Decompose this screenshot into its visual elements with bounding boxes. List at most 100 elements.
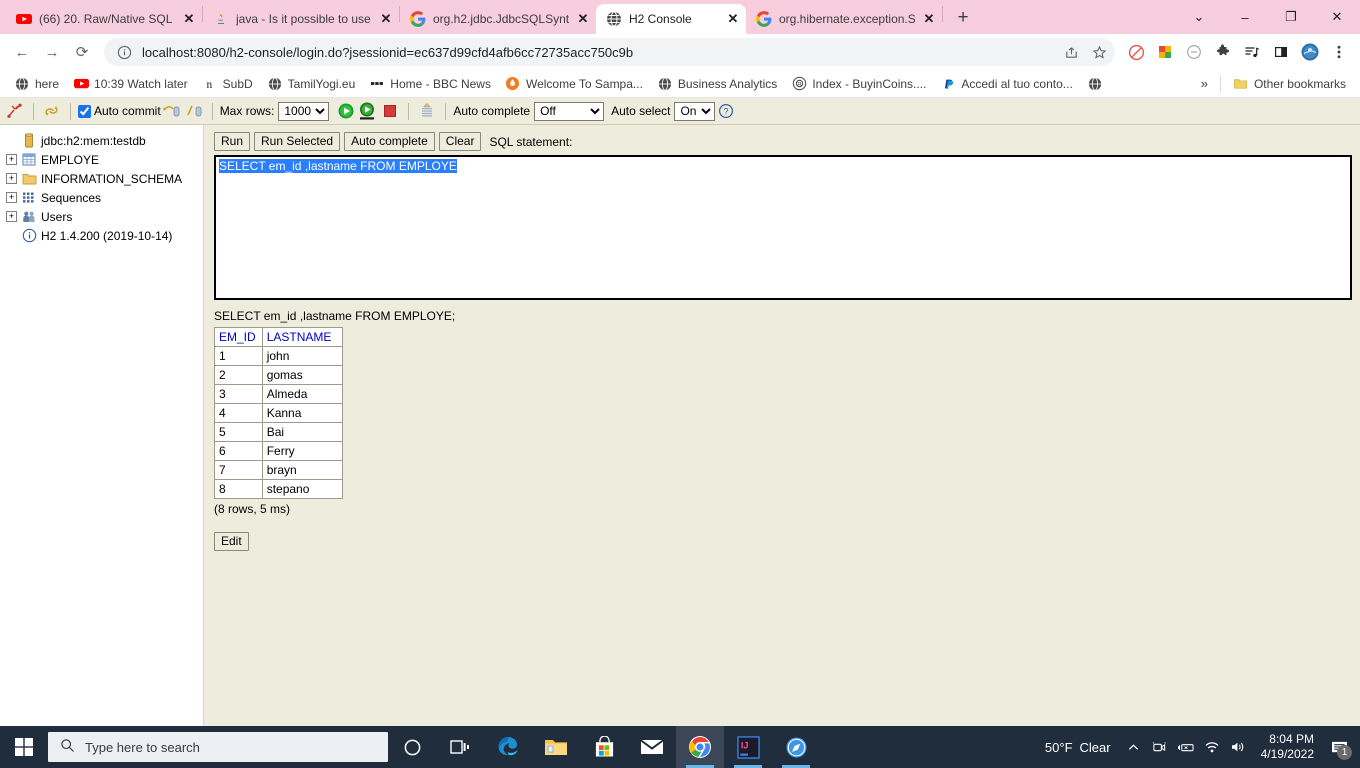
bookmark-welcome-to-sampa[interactable]: Welcome To Sampa... <box>499 73 649 95</box>
edit-button[interactable]: Edit <box>214 532 249 551</box>
windows-start-icon[interactable] <box>0 726 48 768</box>
bookmark-watch-later[interactable]: 10:39 Watch later <box>67 73 194 95</box>
bookmark-bbc-news[interactable]: Home - BBC News <box>363 73 497 95</box>
url-text[interactable]: localhost:8080/h2-console/login.do?jsess… <box>142 45 1053 60</box>
stop-red-icon[interactable] <box>379 101 401 121</box>
bookmark-subd[interactable]: n SubD <box>196 73 259 95</box>
rollback-icon[interactable] <box>183 101 205 121</box>
volume-icon[interactable] <box>1225 726 1251 768</box>
browser-tab-youtube[interactable]: (66) 20. Raw/Native SQL que ✕ <box>6 4 202 34</box>
compass-browser-icon[interactable] <box>772 726 820 768</box>
cortana-icon[interactable] <box>388 726 436 768</box>
close-window-button[interactable]: ✕ <box>1314 1 1360 33</box>
tree-item-users[interactable]: + Users <box>6 207 203 226</box>
tab-search-icon[interactable]: ⌄ <box>1176 1 1222 33</box>
usb-eject-icon[interactable] <box>1173 726 1199 768</box>
bookmark-paypal[interactable]: Accedi al tuo conto... <box>934 73 1078 95</box>
browser-tab-h2-console[interactable]: H2 Console ✕ <box>596 4 746 34</box>
profile-avatar-icon[interactable] <box>1297 39 1323 65</box>
refresh-icon[interactable] <box>41 101 63 121</box>
edge-icon[interactable] <box>484 726 532 768</box>
tree-item-sequences[interactable]: + Sequences <box>6 188 203 207</box>
history-icon[interactable] <box>416 101 438 121</box>
puzzle-extensions-icon[interactable] <box>1210 39 1236 65</box>
browser-tab-hibernate-exception[interactable]: org.hibernate.exception.SQL ✕ <box>746 4 942 34</box>
sql-input-textarea[interactable]: SELECT em_id ,lastname FROM EMPLOYE <box>214 155 1352 300</box>
table-row[interactable]: 4 Kanna <box>214 403 343 423</box>
table-row[interactable]: 7 brayn <box>214 460 343 480</box>
auto-commit-checkbox[interactable] <box>78 104 91 118</box>
mail-icon[interactable] <box>628 726 676 768</box>
bookmark-unnamed[interactable] <box>1081 73 1114 95</box>
disconnect-icon[interactable] <box>4 101 26 121</box>
wifi-icon[interactable] <box>1199 726 1225 768</box>
close-icon[interactable]: ✕ <box>922 12 936 26</box>
minimize-button[interactable]: – <box>1222 1 1268 33</box>
expand-icon[interactable]: + <box>6 173 17 184</box>
share-icon[interactable] <box>1061 42 1081 62</box>
tree-item-connection[interactable]: jdbc:h2:mem:testdb <box>6 131 203 150</box>
bookmark-buyincoins[interactable]: B Index - BuyinCoins.... <box>785 73 932 95</box>
info-circle-icon[interactable] <box>114 42 134 62</box>
circle-dash-icon[interactable] <box>1181 39 1207 65</box>
bookmarks-overflow-chevron[interactable]: » <box>1195 76 1214 91</box>
run-selected-button[interactable]: Run Selected <box>254 132 341 151</box>
run-selected-icon[interactable] <box>357 101 379 121</box>
adblock-icon[interactable] <box>1123 39 1149 65</box>
auto-select-select[interactable]: On <box>674 101 716 121</box>
auto-complete-button[interactable]: Auto complete <box>344 132 435 151</box>
bookmark-tamilyogi[interactable]: TamilYogi.eu <box>261 73 362 95</box>
table-row[interactable]: 3 Almeda <box>214 384 343 404</box>
run-button[interactable]: Run <box>214 132 251 151</box>
notification-icon[interactable]: 1 <box>1322 726 1356 768</box>
address-bar[interactable]: localhost:8080/h2-console/login.do?jsess… <box>104 38 1115 66</box>
clock-widget[interactable]: 8:04 PM 4/19/2022 <box>1251 732 1322 762</box>
max-rows-select[interactable]: 1000 <box>278 101 330 121</box>
table-row[interactable]: 5 Bai <box>214 422 343 442</box>
three-dot-menu-icon[interactable] <box>1326 39 1352 65</box>
close-icon[interactable]: ✕ <box>726 12 740 26</box>
table-row[interactable]: 8 stepano <box>214 479 343 499</box>
close-icon[interactable]: ✕ <box>182 12 196 26</box>
commit-icon[interactable] <box>161 101 183 121</box>
reading-list-icon[interactable] <box>1239 39 1265 65</box>
table-row[interactable]: 2 gomas <box>214 365 343 385</box>
close-icon[interactable]: ✕ <box>379 12 393 26</box>
close-icon[interactable]: ✕ <box>576 12 590 26</box>
expand-icon[interactable]: + <box>6 211 17 222</box>
expand-icon[interactable]: + <box>6 154 17 165</box>
table-row[interactable]: 6 Ferry <box>214 441 343 461</box>
file-explorer-icon[interactable] <box>532 726 580 768</box>
column-header-lastname[interactable]: LASTNAME <box>261 327 343 347</box>
sidebar-panel-icon[interactable] <box>1268 39 1294 65</box>
browser-tab-stackoverflow[interactable]: java - Is it possible to use raw ✕ <box>203 4 399 34</box>
back-icon[interactable]: ← <box>8 38 36 66</box>
forward-icon[interactable]: → <box>38 38 66 66</box>
auto-commit-toggle[interactable]: Auto commit <box>78 104 161 118</box>
browser-tab-h2-syntax-error[interactable]: org.h2.jdbc.JdbcSQLSyntaxEr ✕ <box>400 4 596 34</box>
auto-complete-select[interactable]: Off <box>534 101 605 121</box>
search-input[interactable]: Type here to search <box>48 732 388 762</box>
other-bookmarks-button[interactable]: Other bookmarks <box>1227 73 1352 95</box>
tree-item-employe[interactable]: + EMPLOYE <box>6 150 203 169</box>
bookmark-star-icon[interactable] <box>1089 42 1109 62</box>
weather-widget[interactable]: 50°F Clear <box>1035 740 1121 755</box>
tree-item-information-schema[interactable]: + INFORMATION_SCHEMA <box>6 169 203 188</box>
maximize-button[interactable]: ❐ <box>1268 1 1314 33</box>
column-header-em-id[interactable]: EM_ID <box>214 327 263 347</box>
intellij-idea-icon[interactable]: IJ <box>724 726 772 768</box>
microsoft-store-icon[interactable] <box>580 726 628 768</box>
expand-icon[interactable]: + <box>6 192 17 203</box>
run-green-icon[interactable] <box>335 101 357 121</box>
task-view-icon[interactable] <box>436 726 484 768</box>
bookmark-business-analytics[interactable]: Business Analytics <box>651 73 783 95</box>
bookmark-here[interactable]: here <box>8 73 65 95</box>
chevron-up-icon[interactable] <box>1121 726 1147 768</box>
clear-button[interactable]: Clear <box>438 132 482 151</box>
chrome-icon[interactable] <box>676 726 724 768</box>
table-row[interactable]: 1 john <box>214 346 343 366</box>
reload-icon[interactable]: ⟳ <box>68 38 96 66</box>
new-tab-button[interactable]: + <box>949 4 977 32</box>
color-squares-icon[interactable] <box>1152 39 1178 65</box>
help-question-icon[interactable]: ? <box>715 101 737 121</box>
